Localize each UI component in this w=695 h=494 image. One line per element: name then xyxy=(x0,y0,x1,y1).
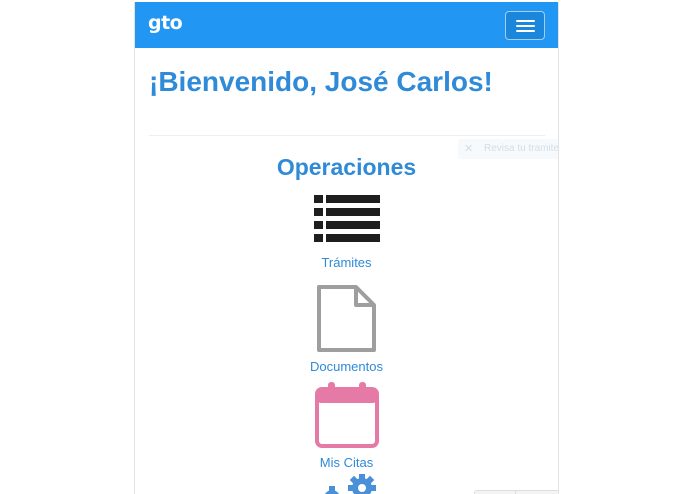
operation-mis-citas[interactable]: Mis Citas xyxy=(135,380,558,470)
list-icon xyxy=(313,195,380,242)
operation-label: Documentos xyxy=(310,359,383,374)
toast-text: Revisa tu tramite xyxy=(484,143,559,154)
navbar: gto xyxy=(135,2,558,48)
divider xyxy=(149,135,545,136)
operation-tramites[interactable]: Trámites xyxy=(135,192,558,270)
operation-label: Mis Citas xyxy=(319,455,374,470)
document-icon xyxy=(316,285,376,352)
hamburger-icon xyxy=(516,20,535,22)
welcome-heading: ¡Bienvenido, José Carlos! xyxy=(149,66,493,97)
menu-toggle-button[interactable] xyxy=(505,11,545,40)
scroll-controls[interactable] xyxy=(474,490,558,494)
gears-icon xyxy=(324,474,376,494)
hamburger-icon-bar xyxy=(516,30,535,32)
calendar-icon xyxy=(314,382,379,448)
operation-documentos[interactable]: Documentos xyxy=(135,284,558,374)
brand-logo[interactable]: gto xyxy=(148,12,183,34)
mobile-viewport: gto ¡Bienvenido, José Carlos! ✕ Revisa t… xyxy=(134,2,559,494)
operations-title: Operaciones xyxy=(276,154,417,180)
hamburger-icon-bar xyxy=(516,25,535,27)
operation-label: Trámites xyxy=(321,255,372,270)
